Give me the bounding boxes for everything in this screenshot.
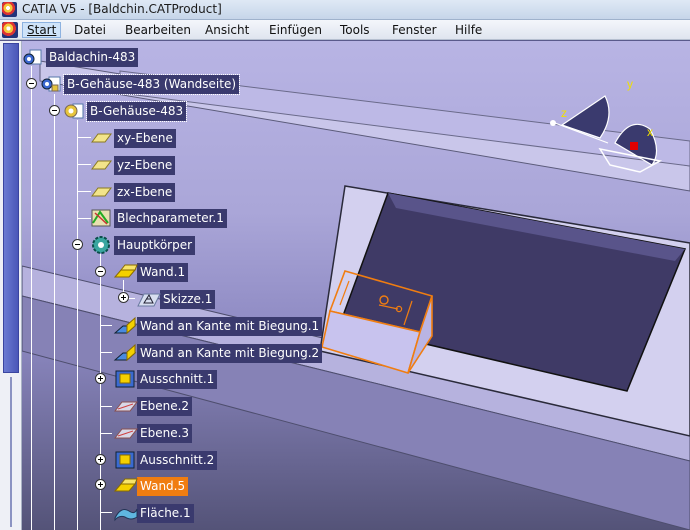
compass-origin-handle[interactable] [630,142,638,150]
plane-icon [113,396,139,416]
tree-connector [100,433,112,434]
tree-node-sketch1[interactable]: Skizze.1 [136,288,216,310]
menu-bar: Start Datei Bearbeiten Ansicht Einfügen … [0,20,690,40]
menu-ansicht[interactable]: Ansicht [201,22,253,38]
tree-node-wall5[interactable]: Wand.5 [113,475,189,497]
wall-on-edge-icon [113,316,137,336]
tree-node-cutout1[interactable]: Ausschnitt.1 [113,368,218,390]
body-gear-icon [90,235,112,255]
plane-icon [90,182,112,202]
compass-y-label: y [627,77,633,91]
sheet-metal-parameters-icon [90,208,112,228]
cutout-icon [113,450,135,470]
surface-icon [113,503,138,523]
part-icon [63,101,85,121]
tree-scrollbar-thumb[interactable] [3,43,19,373]
tree-connector [77,137,91,138]
plane-icon [90,155,112,175]
catia-system-menu-icon[interactable] [2,22,18,38]
tree-connector [100,325,112,326]
tree-node-part[interactable]: B-Gehäuse-483 [63,100,188,122]
menu-tools[interactable]: Tools [336,22,374,38]
cutout-icon [113,369,135,389]
collapse-toggle[interactable] [49,105,60,116]
tree-node-yz-plane[interactable]: yz-Ebene [90,154,176,176]
tree-connector [77,120,78,530]
plane-icon [90,128,112,148]
tree-node-xy-plane[interactable]: xy-Ebene [90,127,176,149]
tree-node-sheet-params[interactable]: Blechparameter.1 [90,207,227,229]
sketch-icon [136,289,161,309]
tree-scrollbar-track [10,377,12,527]
tree-connector [100,352,112,353]
menu-start[interactable]: Start [22,22,62,38]
tree-node-edge-wall2[interactable]: Wand an Kante mit Biegung.2 [113,342,323,364]
compass-z-label: z [561,106,567,120]
expand-toggle[interactable] [118,292,129,303]
wall-icon [113,262,138,282]
tree-connector [54,94,55,530]
expand-toggle[interactable] [95,479,106,490]
collapse-toggle[interactable] [95,266,106,277]
tree-node-cutout2[interactable]: Ausschnitt.2 [113,449,218,471]
tree-connector [100,512,112,513]
product-icon [22,47,44,67]
collapse-toggle[interactable] [72,239,83,250]
tree-connector [77,218,91,219]
tree-connector [31,66,32,530]
title-bar: CATIA V5 - [Baldchin.CATProduct] [0,0,690,20]
tree-node-plane2[interactable]: Ebene.2 [113,395,193,417]
expand-toggle[interactable] [95,454,106,465]
menu-fenster[interactable]: Fenster [388,22,441,38]
collapse-toggle[interactable] [26,78,37,89]
tree-node-main-body[interactable]: Hauptkörper [90,234,196,256]
product-icon [40,74,62,94]
tree-connector [100,406,112,407]
compass-x-label: x [647,125,653,139]
expand-toggle[interactable] [95,373,106,384]
plane-icon [113,423,139,443]
tree-node-plane3[interactable]: Ebene.3 [113,422,193,444]
wall-on-edge-icon [113,343,137,363]
wall-icon [113,476,138,496]
window-title: CATIA V5 - [Baldchin.CATProduct] [22,2,222,16]
tree-node-zx-plane[interactable]: zx-Ebene [90,181,176,203]
menu-einfuegen[interactable]: Einfügen [265,22,326,38]
tree-scrollbar[interactable] [0,41,22,530]
tree-node-edge-wall1[interactable]: Wand an Kante mit Biegung.1 [113,315,323,337]
tree-connector [77,164,91,165]
tree-node-root[interactable]: Baldachin-483 [22,46,139,68]
tree-connector [77,191,91,192]
menu-bearbeiten[interactable]: Bearbeiten [121,22,195,38]
tree-node-wall1[interactable]: Wand.1 [113,261,189,283]
tree-node-surface1[interactable]: Fläche.1 [113,502,194,524]
menu-hilfe[interactable]: Hilfe [451,22,486,38]
tree-node-product[interactable]: B-Gehäuse-483 (Wandseite) [40,73,241,95]
menu-datei[interactable]: Datei [70,22,110,38]
catia-app-icon [2,2,17,17]
